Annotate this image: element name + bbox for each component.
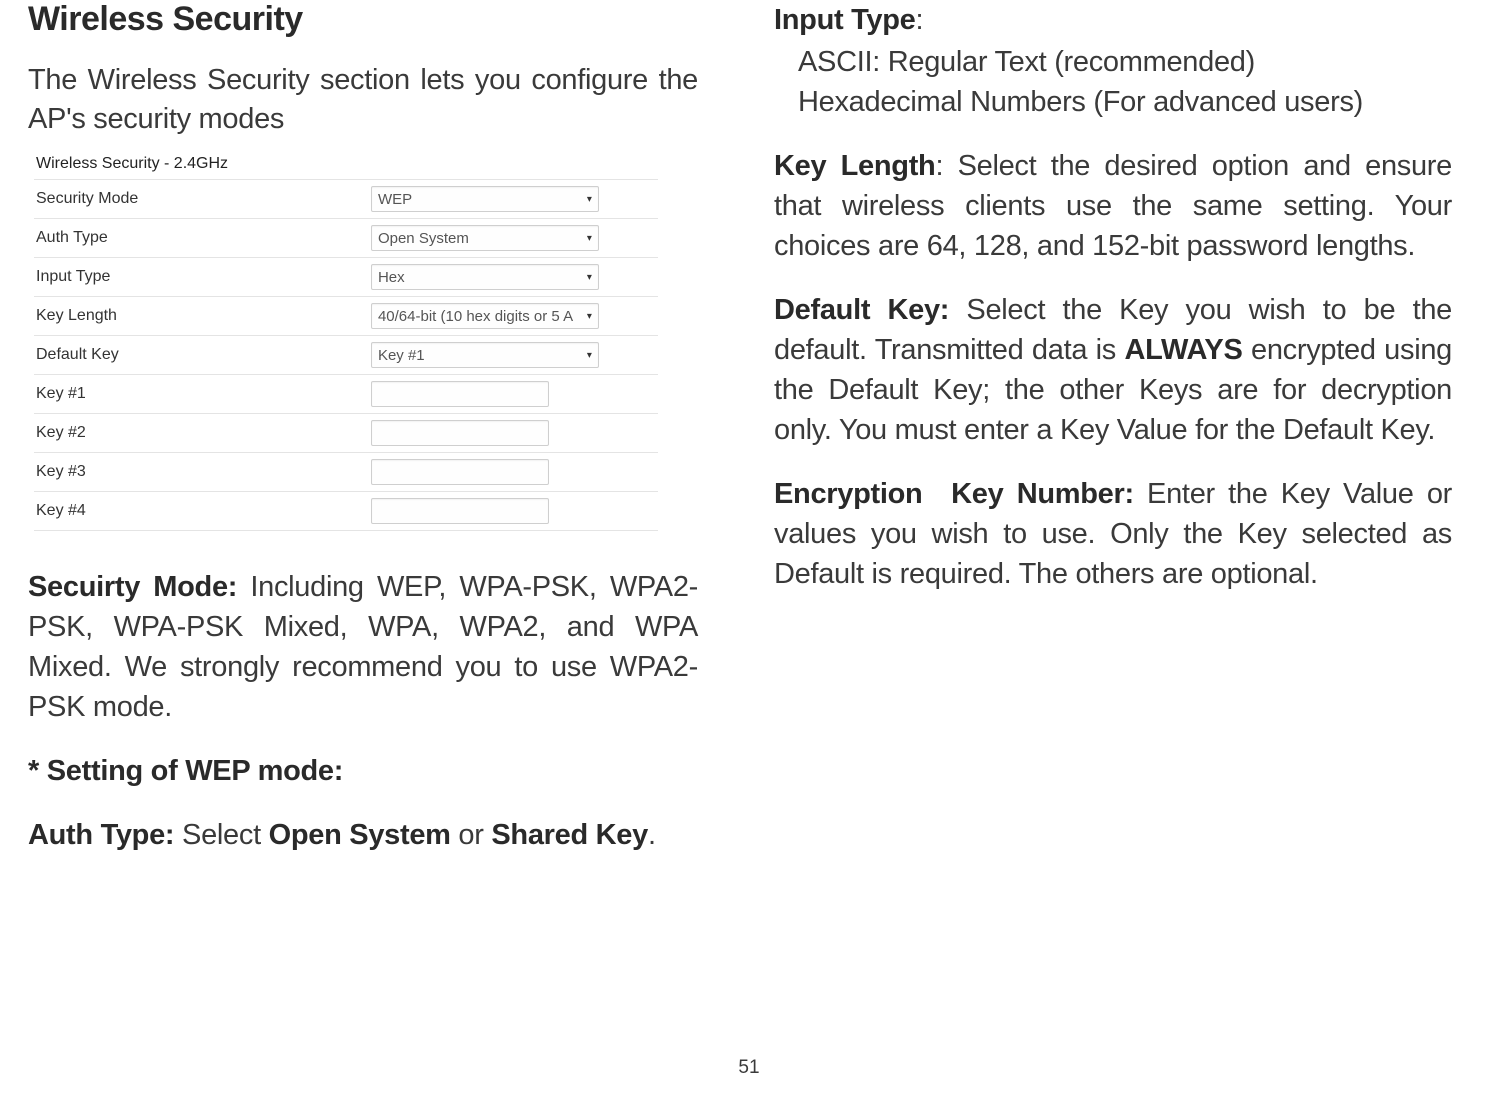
screenshot-row-control xyxy=(371,381,658,407)
screenshot-row: Key #1 xyxy=(34,375,658,414)
screenshot-select-value: Hex xyxy=(378,269,405,286)
chevron-down-icon: ▾ xyxy=(587,194,592,205)
screenshot-row: Key Length40/64-bit (10 hex digits or 5 … xyxy=(34,297,658,336)
input-type-label: Input Type xyxy=(774,4,915,36)
chevron-down-icon: ▾ xyxy=(587,272,592,283)
wep-mode-heading-text: * Setting of WEP mode: xyxy=(28,755,343,787)
default-key-paragraph: Default Key: Select the Key you wish to … xyxy=(774,290,1452,450)
screenshot-row: Security Mode WEP ▾ xyxy=(34,180,658,219)
screenshot-input[interactable] xyxy=(371,498,549,524)
wep-mode-heading: * Setting of WEP mode: xyxy=(28,751,698,791)
screenshot-row-label: Key #2 xyxy=(34,424,371,442)
input-type-option-ascii: ASCII: Regular Text (recommended) xyxy=(774,42,1452,82)
screenshot-row-label: Key #4 xyxy=(34,502,371,520)
encryption-key-paragraph: Encryption Key Number: Enter the Key Val… xyxy=(774,474,1452,594)
screenshot-select-value: Open System xyxy=(378,230,469,247)
screenshot-select-value: WEP xyxy=(378,191,412,208)
default-key-always: ALWAYS xyxy=(1125,334,1243,366)
chevron-down-icon: ▾ xyxy=(587,311,592,322)
screenshot-row: Key #2 xyxy=(34,414,658,453)
key-length-label: Key Length xyxy=(774,150,935,182)
input-type-options: ASCII: Regular Text (recommended) Hexade… xyxy=(774,42,1452,122)
auth-type-label: Auth Type: xyxy=(28,819,174,851)
encryption-key-label: Encryption Key Number: xyxy=(774,478,1134,510)
screenshot-row-label: Auth Type xyxy=(34,229,371,247)
screenshot-title: Wireless Security - 2.4GHz xyxy=(34,149,658,179)
screenshot-row: Key #4 xyxy=(34,492,658,531)
chevron-down-icon: ▾ xyxy=(587,233,592,244)
screenshot-table: Security ModeWEP▾Auth TypeOpen System▾In… xyxy=(34,179,658,531)
screenshot-select-value: 40/64-bit (10 hex digits or 5 A xyxy=(378,308,573,325)
auth-type-paragraph: Auth Type: Select Open System or Shared … xyxy=(28,815,698,855)
screenshot-row-label: Key #3 xyxy=(34,463,371,481)
input-type-option-hex: Hexadecimal Numbers (For advanced users) xyxy=(774,82,1452,122)
screenshot-row-control: Key #1 ▾ xyxy=(371,342,658,368)
default-key-label: Default Key: xyxy=(774,294,949,326)
screenshot-row-control: Open System ▾ xyxy=(371,225,658,251)
screenshot-row: Key #3 xyxy=(34,453,658,492)
screenshot-select[interactable]: 40/64-bit (10 hex digits or 5 A ▾ xyxy=(371,303,599,329)
right-column: Input Type: ASCII: Regular Text (recomme… xyxy=(774,0,1452,879)
security-mode-paragraph: Secuirty Mode: Including WEP, WPA-PSK, W… xyxy=(28,567,698,727)
screenshot-row-control xyxy=(371,498,658,524)
auth-type-option-open: Open System xyxy=(269,819,451,851)
screenshot-select-value: Key #1 xyxy=(378,347,425,364)
screenshot-row: Input Type Hex ▾ xyxy=(34,258,658,297)
screenshot-row-control: Hex ▾ xyxy=(371,264,658,290)
auth-type-end: . xyxy=(648,819,656,851)
screenshot-row-label: Key Length xyxy=(34,307,371,325)
auth-type-mid: Select xyxy=(174,819,268,851)
auth-type-or: or xyxy=(451,819,492,851)
screenshot-row-label: Key #1 xyxy=(34,385,371,403)
screenshot-select[interactable]: Open System ▾ xyxy=(371,225,599,251)
screenshot-panel: Wireless Security - 2.4GHz Security Mode… xyxy=(34,149,658,531)
left-column: Wireless Security The Wireless Security … xyxy=(28,0,706,879)
screenshot-row-control xyxy=(371,459,658,485)
screenshot-select[interactable]: WEP ▾ xyxy=(371,186,599,212)
screenshot-select[interactable]: Key #1 ▾ xyxy=(371,342,599,368)
security-mode-label: Secuirty Mode: xyxy=(28,571,237,603)
intro-text: The Wireless Security section lets you c… xyxy=(28,61,698,139)
screenshot-row-control: 40/64-bit (10 hex digits or 5 A ▾ xyxy=(371,303,658,329)
screenshot-row-control: WEP ▾ xyxy=(371,186,658,212)
heading-wireless-security: Wireless Security xyxy=(28,0,698,39)
screenshot-row-label: Security Mode xyxy=(34,190,371,208)
screenshot-row-control xyxy=(371,420,658,446)
page-number: 51 xyxy=(0,1057,1498,1079)
screenshot-input[interactable] xyxy=(371,420,549,446)
screenshot-row: Auth Type Open System ▾ xyxy=(34,219,658,258)
input-type-colon: : xyxy=(915,4,923,36)
key-length-paragraph: Key Length: Select the desired option an… xyxy=(774,146,1452,266)
screenshot-input[interactable] xyxy=(371,381,549,407)
input-type-heading-line: Input Type: xyxy=(774,0,1452,40)
screenshot-row-label: Input Type xyxy=(34,268,371,286)
auth-type-option-shared: Shared Key xyxy=(491,819,648,851)
screenshot-select[interactable]: Hex ▾ xyxy=(371,264,599,290)
screenshot-row: Default Key Key #1 ▾ xyxy=(34,336,658,375)
screenshot-row-label: Default Key xyxy=(34,346,371,364)
chevron-down-icon: ▾ xyxy=(587,350,592,361)
screenshot-input[interactable] xyxy=(371,459,549,485)
